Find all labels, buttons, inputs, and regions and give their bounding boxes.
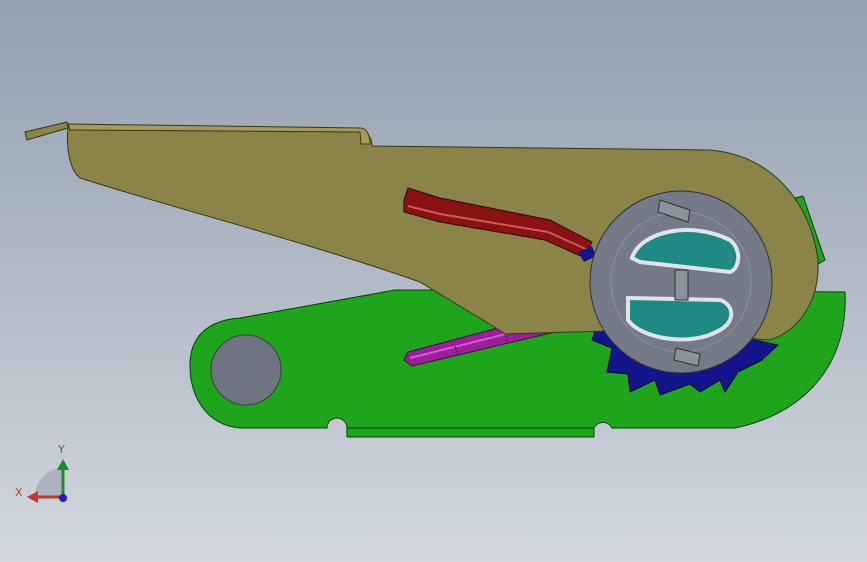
ratchet-section-view[interactable] (0, 0, 867, 562)
cad-viewport[interactable]: Y X (0, 0, 867, 562)
axis-y-label: Y (58, 443, 65, 456)
axis-x-label: X (15, 486, 23, 499)
spool[interactable] (589, 190, 773, 374)
spool-window-lower (626, 295, 734, 342)
coordinate-triad-icon (27, 459, 69, 503)
pivot-pin[interactable] (210, 334, 282, 406)
